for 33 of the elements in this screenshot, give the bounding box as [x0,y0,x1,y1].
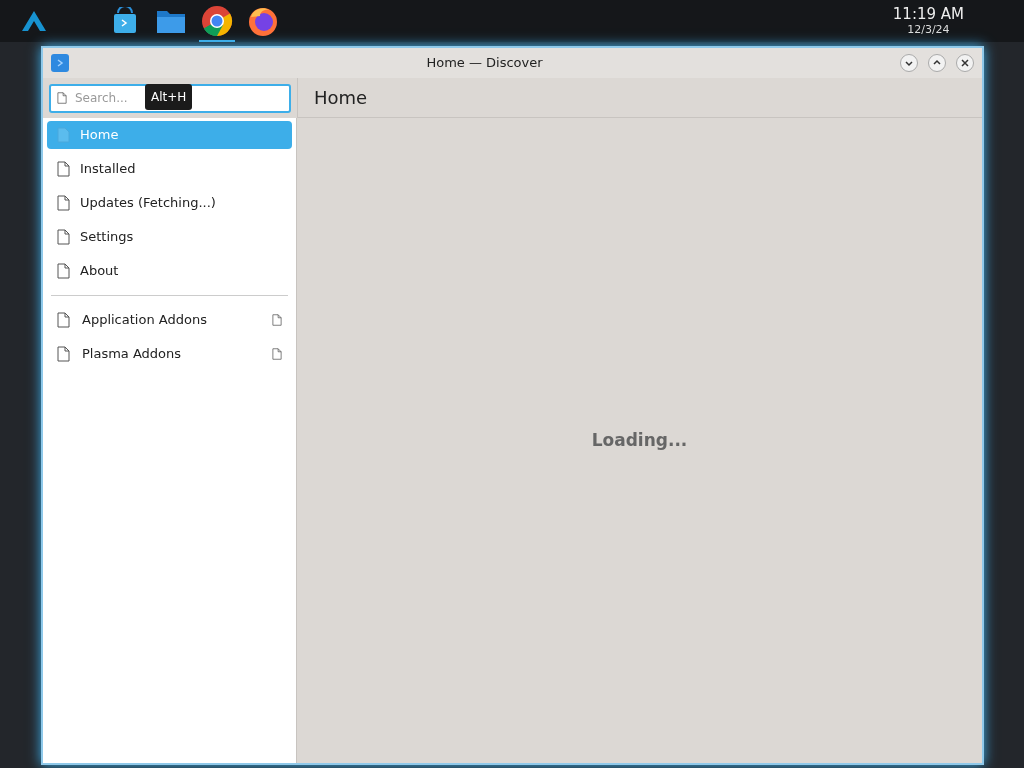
page-icon [57,229,70,245]
sidebar-item[interactable]: Updates (Fetching...) [47,189,292,217]
close-button[interactable] [956,54,974,72]
page-icon [57,195,70,211]
page-icon [57,127,70,143]
search-icon [57,91,67,104]
caret-down-icon [904,58,914,68]
sidebar-item[interactable]: Installed [47,155,292,183]
loading-text: Loading... [591,428,688,452]
page-icon [272,348,282,360]
clock-time: 11:19 AM [892,7,964,22]
shortcut-tooltip: Alt+H [145,83,193,110]
sidebar-item[interactable]: Settings [47,223,292,251]
browser-icon[interactable] [201,5,233,37]
page-icon [57,312,70,328]
page-title: Home [314,86,368,110]
window-title: Home — Discover [425,54,544,73]
page-icon [57,346,70,362]
page-icon [57,161,70,177]
minimize-button[interactable] [900,54,918,72]
clock[interactable]: 11:19 AM 12/3/24 [892,7,964,35]
app-icon [51,54,69,72]
page-icon [57,263,70,279]
folder-icon[interactable] [156,8,186,34]
sidebar-item[interactable]: Application Addons [47,306,292,334]
sidebar-item[interactable]: About [47,257,292,285]
page-icon [272,314,282,326]
sidebar-item[interactable]: Plasma Addons [47,340,292,368]
shopping-bag-icon[interactable] [111,7,139,35]
close-icon [960,58,970,68]
fox-globe-icon[interactable] [247,5,279,37]
maximize-button[interactable] [928,54,946,72]
clock-date: 12/3/24 [907,24,950,35]
